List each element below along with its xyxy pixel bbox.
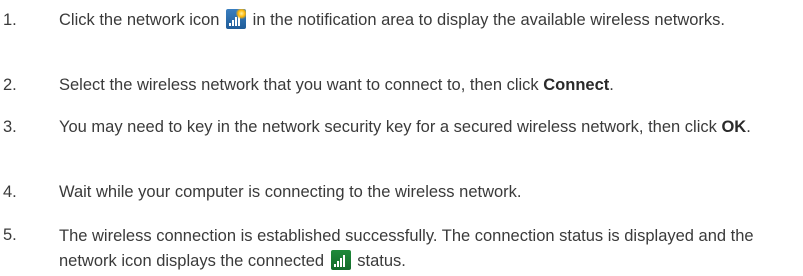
ok-label: OK — [721, 118, 747, 136]
step-number: 4. — [3, 183, 17, 201]
step-text: Select the wireless network that you wan… — [59, 76, 614, 94]
network-connected-icon — [330, 250, 351, 270]
step-text: Click the network icon in the notificati… — [59, 9, 794, 31]
step-number: 2. — [3, 76, 17, 94]
step-number: 5. — [3, 226, 17, 244]
step-number: 1. — [3, 11, 17, 29]
connect-label: Connect — [543, 76, 610, 94]
step-text: Wait while your computer is connecting t… — [59, 183, 522, 201]
step-number: 3. — [3, 118, 17, 136]
step-text: You may need to key in the network secur… — [59, 118, 751, 136]
step-text: The wireless connection is established s… — [59, 227, 754, 270]
network-available-icon — [226, 9, 247, 29]
